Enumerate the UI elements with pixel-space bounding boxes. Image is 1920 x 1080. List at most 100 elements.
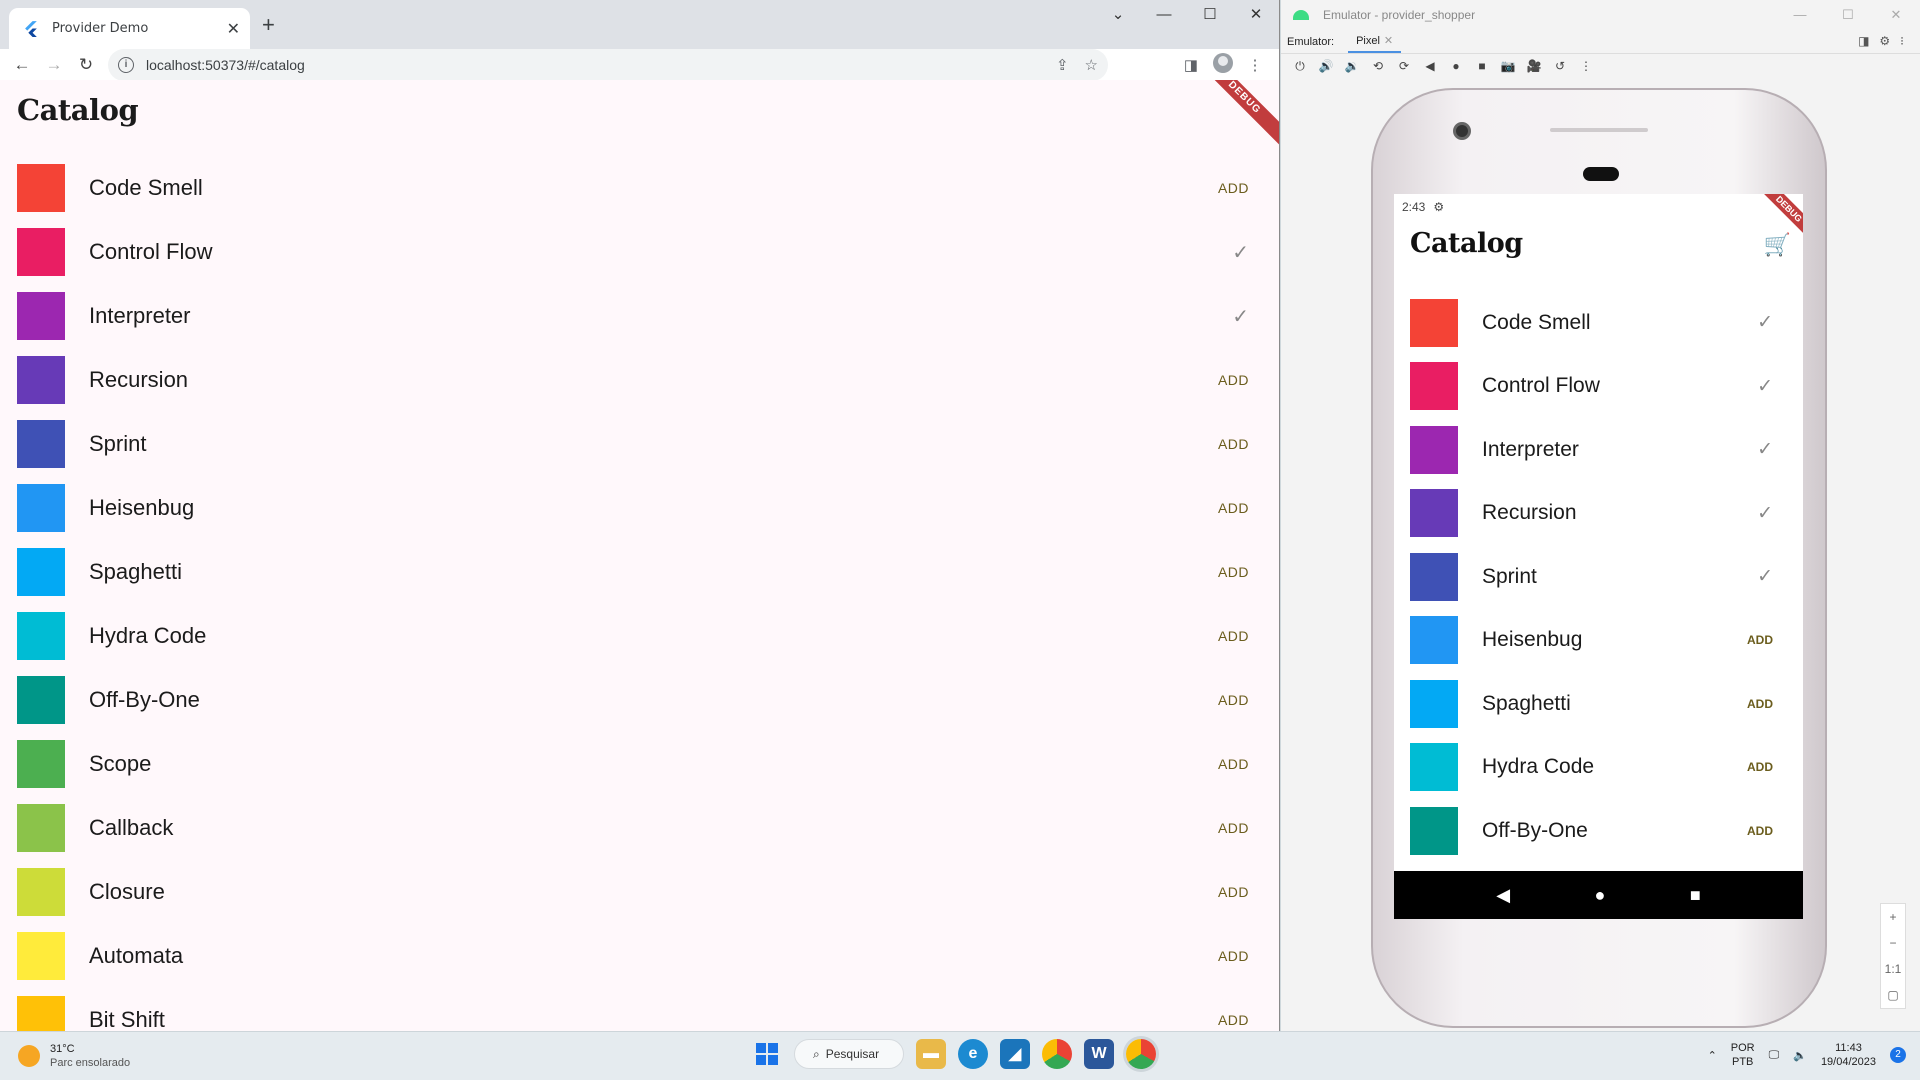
minimize-icon[interactable]: — [1141, 0, 1187, 32]
network-icon[interactable]: 🖵 [1769, 1049, 1780, 1062]
edge-icon[interactable]: e [958, 1039, 988, 1069]
chrome-active-icon[interactable] [1126, 1039, 1156, 1069]
nav-back-icon[interactable]: ◀ [1496, 885, 1510, 906]
menu-icon[interactable]: ⋮ [1239, 56, 1271, 74]
add-button[interactable]: ADD [1218, 1012, 1249, 1028]
add-button[interactable]: ADD [1218, 884, 1249, 900]
more-icon[interactable]: ⋮ [1573, 59, 1599, 73]
browser-tab[interactable]: Provider Demo ✕ [9, 8, 250, 49]
file-explorer-icon[interactable]: ▬ [916, 1039, 946, 1069]
forward-icon[interactable]: → [40, 55, 68, 75]
word-icon[interactable]: W [1084, 1039, 1114, 1069]
item-color-swatch [1410, 679, 1458, 728]
item-name: Recursion [1482, 501, 1577, 525]
language-indicator[interactable]: POR PTB [1731, 1041, 1755, 1069]
emulator-label: Emulator: [1287, 35, 1335, 48]
share-icon[interactable]: ⇪ [1056, 56, 1069, 74]
avatar[interactable] [1213, 53, 1233, 73]
new-tab-button[interactable]: + [262, 12, 275, 38]
item-name: Spaghetti [1482, 691, 1571, 715]
close-icon[interactable]: ✕ [1872, 0, 1920, 30]
item-color-swatch [17, 356, 65, 404]
add-button[interactable]: ADD [1218, 820, 1249, 836]
minimize-icon[interactable]: — [1776, 0, 1824, 30]
rotate-left-icon[interactable]: ⟲ [1365, 59, 1391, 73]
add-button[interactable]: ADD [1218, 948, 1249, 964]
profile-icon[interactable] [1207, 53, 1239, 77]
add-button[interactable]: ADD [1218, 628, 1249, 644]
item-color-swatch [1410, 806, 1458, 855]
add-button[interactable]: ADD [1747, 633, 1773, 647]
record-icon[interactable]: 🎥 [1521, 59, 1547, 73]
back-icon[interactable]: ◀ [1417, 59, 1443, 73]
nav-home-icon[interactable]: ● [1595, 885, 1606, 906]
add-button[interactable]: ADD [1218, 500, 1249, 516]
add-button[interactable]: ADD [1218, 564, 1249, 580]
item-name: Spaghetti [89, 559, 182, 584]
chevron-up-icon[interactable]: ⌃ [1708, 1049, 1717, 1062]
volume-icon[interactable]: 🔈 [1793, 1049, 1807, 1062]
list-item: Recursion ADD [17, 348, 1279, 412]
add-button[interactable]: ADD [1218, 692, 1249, 708]
phone-screen: 2:43 ⚙ DEBUG Catalog 🛒 Code Smell ✓ Contro… [1394, 194, 1803, 871]
add-button[interactable]: ADD [1218, 372, 1249, 388]
taskbar-search[interactable]: ⌕ Pesquisar [794, 1039, 904, 1069]
sun-icon [18, 1045, 40, 1067]
item-name: Recursion [89, 367, 189, 392]
zoom-out-icon[interactable]: − [1881, 930, 1905, 956]
add-button[interactable]: ADD [1747, 760, 1773, 774]
item-name: Control Flow [89, 239, 213, 264]
list-item: Automata ADD [17, 924, 1279, 988]
emulator-titlebar: Emulator - provider_shopper — ☐ ✕ [1281, 0, 1920, 30]
volume-up-icon[interactable]: 🔊 [1313, 59, 1339, 73]
rotate-right-icon[interactable]: ⟳ [1391, 59, 1417, 73]
toolbar-right: ◨ ⋮ [1175, 49, 1271, 81]
android-nav-bar: ◀ ● ■ [1394, 871, 1803, 919]
reload-icon[interactable]: ↻ [72, 55, 100, 75]
clock[interactable]: 11:43 19/04/2023 [1821, 1041, 1876, 1069]
emulator-options-icons[interactable]: ◨⚙⁝ [1858, 34, 1914, 48]
add-button[interactable]: ADD [1747, 697, 1773, 711]
android-icon [1293, 10, 1309, 20]
add-button[interactable]: ADD [1218, 436, 1249, 452]
list-item: Heisenbug ADD [17, 476, 1279, 540]
star-icon[interactable]: ☆ [1085, 56, 1098, 74]
tab-pixel[interactable]: Pixel ✕ [1348, 30, 1402, 53]
screenshot-icon[interactable]: 📷 [1495, 59, 1521, 73]
back-icon[interactable]: ← [8, 55, 36, 75]
tab-close-icon[interactable]: ✕ [227, 19, 240, 39]
url-text[interactable]: localhost:50373/#/catalog [146, 57, 1040, 73]
gear-icon: ⚙ [1433, 200, 1445, 214]
power-icon[interactable]: ⏻ [1287, 59, 1313, 74]
add-button[interactable]: ADD [1747, 824, 1773, 838]
add-button[interactable]: ADD [1218, 180, 1249, 196]
snapshot-icon[interactable]: ↺ [1547, 59, 1573, 73]
close-icon[interactable]: ✕ [1233, 0, 1279, 32]
add-button[interactable]: ADD [1218, 756, 1249, 772]
zoom-fit-icon[interactable]: ▢ [1881, 982, 1905, 1008]
home-icon[interactable]: ● [1443, 59, 1469, 73]
info-icon[interactable]: i [118, 57, 134, 73]
zoom-in-icon[interactable]: + [1881, 904, 1905, 930]
volume-down-icon[interactable]: 🔉 [1339, 59, 1365, 73]
item-name: Sprint [1482, 564, 1537, 588]
phone-catalog-list: Code Smell ✓ Control Flow ✓ Interpreter ✓ Recu… [1410, 291, 1803, 863]
item-color-swatch [1410, 362, 1458, 411]
maximize-icon[interactable]: ☐ [1187, 0, 1233, 32]
maximize-icon[interactable]: ☐ [1824, 0, 1872, 30]
flutter-app-icon[interactable]: ◢ [1000, 1039, 1030, 1069]
cart-icon[interactable]: 🛒 [1764, 232, 1791, 258]
taskbar: 31°C Parc ensolarado ⌕ Pesquisar ▬ e ◢ W… [0, 1031, 1920, 1080]
notification-badge[interactable]: 2 [1890, 1047, 1906, 1063]
windows-start-icon[interactable] [752, 1039, 782, 1069]
tab-search-icon[interactable]: ⌄ [1095, 0, 1141, 32]
weather-widget[interactable]: 31°C Parc ensolarado [18, 1042, 130, 1070]
zoom-1to1-button[interactable]: 1:1 [1881, 956, 1905, 982]
chrome-icon[interactable] [1042, 1039, 1072, 1069]
tab-close-icon[interactable]: ✕ [1384, 35, 1393, 47]
status-bar: 2:43 ⚙ [1394, 194, 1803, 220]
nav-recents-icon[interactable]: ■ [1690, 885, 1701, 906]
side-panel-icon[interactable]: ◨ [1175, 56, 1207, 74]
address-bar[interactable]: i localhost:50373/#/catalog ⇪ ☆ [108, 49, 1108, 81]
overview-icon[interactable]: ■ [1469, 59, 1495, 73]
